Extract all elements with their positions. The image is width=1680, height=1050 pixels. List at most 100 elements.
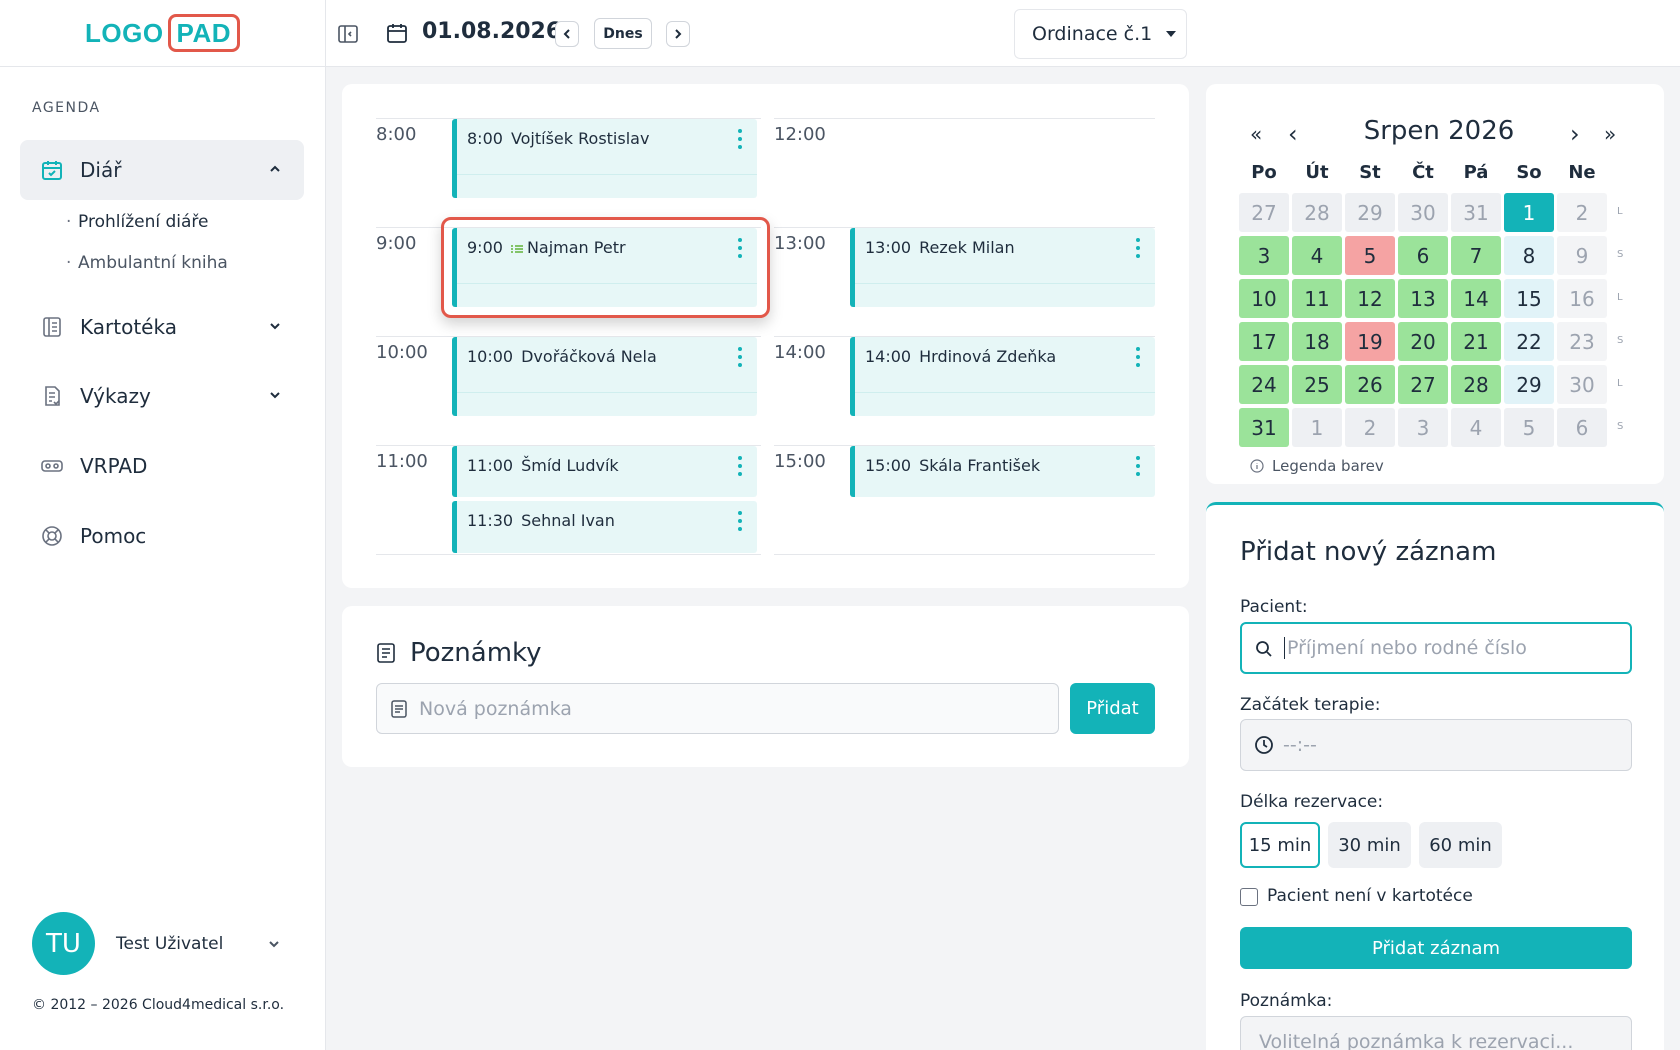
appointment-patient: Šmíd Ludvík [521,456,619,475]
sidebar-item-kartoteka[interactable]: Kartotéka [20,297,304,357]
start-time-input[interactable]: --:-- [1240,719,1632,771]
toggle-sidebar-button[interactable] [336,22,360,50]
more-vertical-icon[interactable] [737,456,743,476]
calendar-day[interactable]: 12 [1345,279,1395,318]
calendar-day[interactable]: 2 [1557,193,1607,232]
calendar-day[interactable]: 3 [1239,236,1289,275]
time-label: 14:00 [774,342,826,363]
calendar-day[interactable]: 25 [1292,365,1342,404]
prev-day-button[interactable] [555,21,579,47]
duration-60-button[interactable]: 60 min [1419,822,1502,868]
time-label: 9:00 [376,233,417,254]
appointment-card[interactable]: 11:00 Šmíd Ludvík [452,446,757,497]
calendar-day[interactable]: 6 [1557,408,1607,447]
sidebar-item-pomoc[interactable]: Pomoc [20,506,304,566]
calendar-day[interactable]: 22 [1504,322,1554,361]
form-title: Přidat nový záznam [1240,537,1497,567]
calendar-day[interactable]: 27 [1398,365,1448,404]
more-vertical-icon[interactable] [1135,456,1141,476]
row-letter: S [1617,421,1624,432]
weekday-label: St [1359,162,1381,183]
sidebar-item-vrpad[interactable]: VRPAD [20,436,304,496]
calendar-day[interactable]: 1 [1504,193,1554,232]
sidebar-item-diar[interactable]: Diář [20,140,304,200]
add-note-button[interactable]: Přidat [1070,683,1155,734]
calendar-day[interactable]: 31 [1451,193,1501,232]
calendar-day[interactable]: 28 [1451,365,1501,404]
more-vertical-icon[interactable] [737,129,743,149]
calendar-day[interactable]: 6 [1398,236,1448,275]
not-in-registry-label[interactable]: Pacient není v kartotéce [1267,886,1473,906]
today-button[interactable]: Dnes [594,18,652,49]
calendar-day[interactable]: 15 [1504,279,1554,318]
sidebar-item-label: Pomoc [80,524,147,548]
calendar-day[interactable]: 2 [1345,408,1395,447]
calendar-day[interactable]: 23 [1557,322,1607,361]
calendar-day[interactable]: 27 [1239,193,1289,232]
more-vertical-icon[interactable] [737,347,743,367]
appointment-card[interactable]: 8:00 Vojtíšek Rostislav [452,119,757,198]
calendar-day[interactable]: 13 [1398,279,1448,318]
caret-down-icon [1166,31,1177,37]
logo[interactable]: LOGO PAD [84,14,241,52]
first-month-button[interactable]: « [1250,122,1262,146]
calendar-day[interactable]: 3 [1398,408,1448,447]
next-month-button[interactable]: › [1570,120,1580,148]
calendar-day[interactable]: 5 [1504,408,1554,447]
calendar-day[interactable]: 10 [1239,279,1289,318]
duration-30-button[interactable]: 30 min [1328,822,1411,868]
calendar-title[interactable]: Srpen 2026 [1326,116,1552,146]
color-legend-link[interactable]: Legenda barev [1250,457,1384,475]
calendar-day[interactable]: 4 [1451,408,1501,447]
calendar-day[interactable]: 28 [1292,193,1342,232]
new-note-input[interactable]: Nová poznámka [376,683,1059,734]
prev-month-button[interactable]: ‹ [1288,120,1298,148]
calendar-day[interactable]: 30 [1398,193,1448,232]
user-menu[interactable]: TU Test Uživatel [32,912,281,975]
patient-search-input[interactable]: Příjmení nebo rodné číslo [1240,622,1632,674]
calendar-day[interactable]: 19 [1345,322,1395,361]
calendar-day[interactable]: 14 [1451,279,1501,318]
appointment-card[interactable]: 14:00 Hrdinová Zdeňka [850,337,1155,416]
reservation-note-placeholder: Volitelná poznámka k rezervaci... [1259,1031,1574,1050]
calendar-day[interactable]: 4 [1292,236,1342,275]
current-date[interactable]: 01.08.2026 [422,19,561,44]
more-vertical-icon[interactable] [1135,347,1141,367]
calendar-day[interactable]: 31 [1239,408,1289,447]
appointment-card[interactable]: 10:00 Dvořáčková Nela [452,337,757,416]
calendar-day[interactable]: 7 [1451,236,1501,275]
office-select[interactable]: Ordinace č.1 [1014,9,1187,59]
calendar-day[interactable]: 18 [1292,322,1342,361]
reservation-note-input[interactable]: Volitelná poznámka k rezervaci... [1240,1016,1632,1050]
more-vertical-icon[interactable] [737,511,743,531]
calendar-day[interactable]: 8 [1504,236,1554,275]
appointment-card[interactable]: 15:00 Skála František [850,446,1155,497]
appointment-card[interactable]: 13:00 Rezek Milan [850,228,1155,307]
calendar-day[interactable]: 24 [1239,365,1289,404]
calendar-day[interactable]: 17 [1239,322,1289,361]
calendar-day[interactable]: 5 [1345,236,1395,275]
calendar-day[interactable]: 26 [1345,365,1395,404]
calendar-day[interactable]: 21 [1451,322,1501,361]
calendar-day[interactable]: 1 [1292,408,1342,447]
sidebar-item-vykazy[interactable]: Výkazy [20,366,304,426]
next-day-button[interactable] [666,21,690,47]
calendar-day[interactable]: 16 [1557,279,1607,318]
calendar-day[interactable]: 11 [1292,279,1342,318]
appointment-card[interactable]: 11:30 Sehnal Ivan [452,501,757,553]
duration-15-button[interactable]: 15 min [1240,822,1320,868]
logo-text: LOGO [84,17,164,48]
calendar-day[interactable]: 30 [1557,365,1607,404]
sidebar-subitem-ambulantni[interactable]: Ambulantní kniha [66,253,228,273]
calendar-day[interactable]: 29 [1345,193,1395,232]
calendar-day[interactable]: 20 [1398,322,1448,361]
more-vertical-icon[interactable] [1135,238,1141,258]
last-month-button[interactable]: » [1604,122,1616,146]
add-record-button[interactable]: Přidat záznam [1240,927,1632,969]
lifebuoy-icon [40,524,64,548]
calendar-day[interactable]: 29 [1504,365,1554,404]
calendar-day[interactable]: 9 [1557,236,1607,275]
not-in-registry-checkbox[interactable] [1240,888,1258,906]
sidebar-subitem-prohlizeni[interactable]: Prohlížení diáře [66,212,209,232]
calendar-icon[interactable] [385,21,409,49]
